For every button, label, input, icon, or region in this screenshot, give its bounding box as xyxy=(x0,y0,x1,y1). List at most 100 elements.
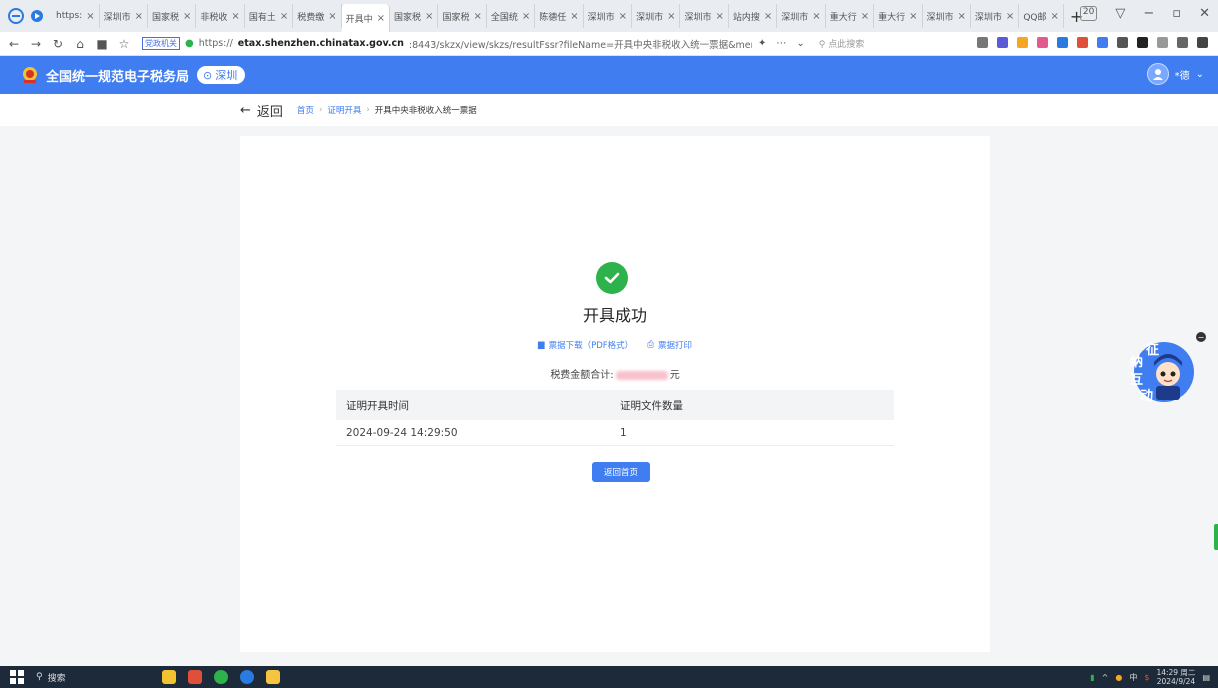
shield-icon[interactable]: ▽ xyxy=(1115,6,1125,21)
interaction-widget[interactable]: 征 纳 互 动 xyxy=(1116,336,1196,406)
tab-count-badge[interactable]: 20 xyxy=(1079,6,1098,21)
browser-tab[interactable]: 深圳市 × xyxy=(923,4,971,28)
undo-icon[interactable] xyxy=(1177,37,1188,48)
tab-close-icon[interactable]: × xyxy=(909,11,917,22)
browser-tab[interactable]: 深圳市 × xyxy=(632,4,681,28)
tab-close-icon[interactable]: × xyxy=(86,11,94,22)
browser-tab[interactable]: 深圳市 × xyxy=(100,4,148,28)
ime-indicator[interactable]: 中 xyxy=(1129,672,1137,683)
tab-close-icon[interactable]: × xyxy=(958,11,966,22)
tab-close-icon[interactable]: × xyxy=(183,11,191,22)
tray-app-icon[interactable]: ● xyxy=(1115,673,1122,682)
home-nav-button[interactable]: ⌂ xyxy=(72,37,88,51)
print-link[interactable]: ⎙ 票据打印 xyxy=(647,339,692,351)
tab-close-icon[interactable]: × xyxy=(861,11,869,22)
forward-nav-button[interactable]: → xyxy=(28,37,44,51)
clock[interactable]: 14:29 周二 2024/9/24 xyxy=(1156,668,1195,686)
breadcrumb-certificate[interactable]: 证明开具 xyxy=(327,104,361,116)
menu-icon[interactable] xyxy=(1197,37,1208,48)
city-selector[interactable]: ⊙ 深圳 xyxy=(197,66,246,84)
tab-close-icon[interactable]: × xyxy=(764,11,772,22)
browser-tab[interactable]: 重大行 × xyxy=(874,4,923,28)
tab-close-icon[interactable]: × xyxy=(715,11,723,22)
browser-tab[interactable]: 重大行 × xyxy=(826,4,875,28)
chevron-up-icon[interactable]: ^ xyxy=(1102,673,1109,682)
search-icon: ⚲ xyxy=(36,672,43,682)
taskbar-app-icon[interactable] xyxy=(239,670,254,684)
browser-tab[interactable]: 深圳市 × xyxy=(584,4,633,28)
tab-close-icon[interactable]: × xyxy=(473,11,481,22)
browser-tab[interactable]: 税费缴 × xyxy=(293,4,342,28)
pin-icon[interactable]: ✦ xyxy=(758,38,766,49)
user-menu[interactable]: *德 ⌄ xyxy=(1146,63,1204,85)
browser-tab[interactable]: https: × xyxy=(52,4,100,28)
back-button[interactable]: ← 返回 xyxy=(240,101,283,120)
tab-close-icon[interactable]: × xyxy=(1006,11,1014,22)
url-field[interactable]: 党政机关 ● https:// etax.shenzhen.chinatax.go… xyxy=(142,37,752,51)
taskbar-search[interactable]: ⚲ 搜索 xyxy=(36,671,66,684)
download-pdf-link[interactable]: ▆ 票据下载（PDF格式） xyxy=(538,339,633,351)
browser-tab[interactable]: 国家税 × xyxy=(390,4,439,28)
tab-close-icon[interactable]: × xyxy=(328,11,336,22)
breadcrumb-home[interactable]: 首页 xyxy=(297,104,314,116)
tab-close-icon[interactable]: × xyxy=(425,11,433,22)
widget-close-icon[interactable]: − xyxy=(1196,332,1206,342)
maximize-button[interactable]: ▫ xyxy=(1172,6,1181,21)
extension-icon[interactable] xyxy=(1037,37,1048,48)
browser-tab[interactable]: 开具中 × xyxy=(341,4,391,32)
more-icon[interactable]: ⋯ xyxy=(776,38,786,49)
back-nav-button[interactable]: ← xyxy=(6,37,22,51)
battery-icon[interactable]: ▮ xyxy=(1090,673,1094,682)
favorites-star-icon[interactable]: ☆ xyxy=(116,37,132,51)
browser-tab[interactable]: 国家税 × xyxy=(438,4,487,28)
tray-app-icon[interactable]: $ xyxy=(1144,673,1149,682)
tab-close-icon[interactable]: × xyxy=(135,11,143,22)
browser-tab[interactable]: 深圳市 × xyxy=(680,4,729,28)
browser-tab[interactable]: 国家税 × xyxy=(148,4,197,28)
minimize-button[interactable]: − xyxy=(1143,6,1154,21)
extension-icon[interactable] xyxy=(1017,37,1028,48)
tab-close-icon[interactable]: × xyxy=(667,11,675,22)
browser-tab-label: 深圳市 xyxy=(926,12,954,23)
tab-close-icon[interactable]: × xyxy=(522,11,530,22)
extension-icon[interactable] xyxy=(1097,37,1108,48)
browser-tab[interactable]: 深圳市 × xyxy=(971,4,1020,28)
tab-close-icon[interactable]: × xyxy=(1050,11,1058,22)
return-home-button[interactable]: 返回首页 xyxy=(592,462,650,482)
tab-close-icon[interactable]: × xyxy=(231,11,239,22)
grid-icon[interactable] xyxy=(1137,37,1148,48)
side-tab-handle[interactable] xyxy=(1214,524,1218,550)
folder-icon[interactable] xyxy=(265,670,280,684)
browser-tab[interactable]: 非税收 × xyxy=(196,4,245,28)
taskbar-app-icon[interactable] xyxy=(213,670,228,684)
browser-tab[interactable]: 全国统 × xyxy=(487,4,536,28)
notification-icon[interactable]: ▤ xyxy=(1202,673,1210,682)
extension-icon[interactable] xyxy=(1117,37,1128,48)
tab-close-icon[interactable]: × xyxy=(812,11,820,22)
scissors-icon[interactable] xyxy=(977,37,988,48)
bag-icon[interactable]: ■ xyxy=(94,37,110,51)
browser-secondary-icon[interactable] xyxy=(30,9,44,23)
extension-icon[interactable] xyxy=(1077,37,1088,48)
extension-icon[interactable] xyxy=(997,37,1008,48)
system-tray: ▮ ^ ● 中 $ 14:29 周二 2024/9/24 ▤ xyxy=(1090,668,1210,686)
download-icon[interactable] xyxy=(1157,37,1168,48)
taskbar-app-icon[interactable] xyxy=(161,670,176,684)
tab-close-icon[interactable]: × xyxy=(570,11,578,22)
tab-close-icon[interactable]: × xyxy=(377,13,385,24)
browser-tab[interactable]: 陈德任 × xyxy=(535,4,584,28)
chevron-down-icon[interactable]: ⌄ xyxy=(796,38,804,49)
browser-tab[interactable]: QQ邮 × xyxy=(1019,4,1064,28)
browser-search-input[interactable]: ⚲ 点此搜索 xyxy=(819,37,929,50)
browser-tab[interactable]: 国有土 × xyxy=(245,4,294,28)
app-header: 全国统一规范电子税务局 ⊙ 深圳 *德 ⌄ xyxy=(0,56,1218,94)
close-window-button[interactable]: ✕ xyxy=(1199,6,1210,21)
taskbar-app-icon[interactable] xyxy=(187,670,202,684)
extension-icon[interactable] xyxy=(1057,37,1068,48)
windows-start-icon[interactable] xyxy=(10,670,24,684)
tab-close-icon[interactable]: × xyxy=(619,11,627,22)
browser-tab[interactable]: 深圳市 × xyxy=(777,4,826,28)
reload-button[interactable]: ↻ xyxy=(50,37,66,51)
browser-tab[interactable]: 站内搜 × xyxy=(729,4,778,28)
tab-close-icon[interactable]: × xyxy=(280,11,288,22)
